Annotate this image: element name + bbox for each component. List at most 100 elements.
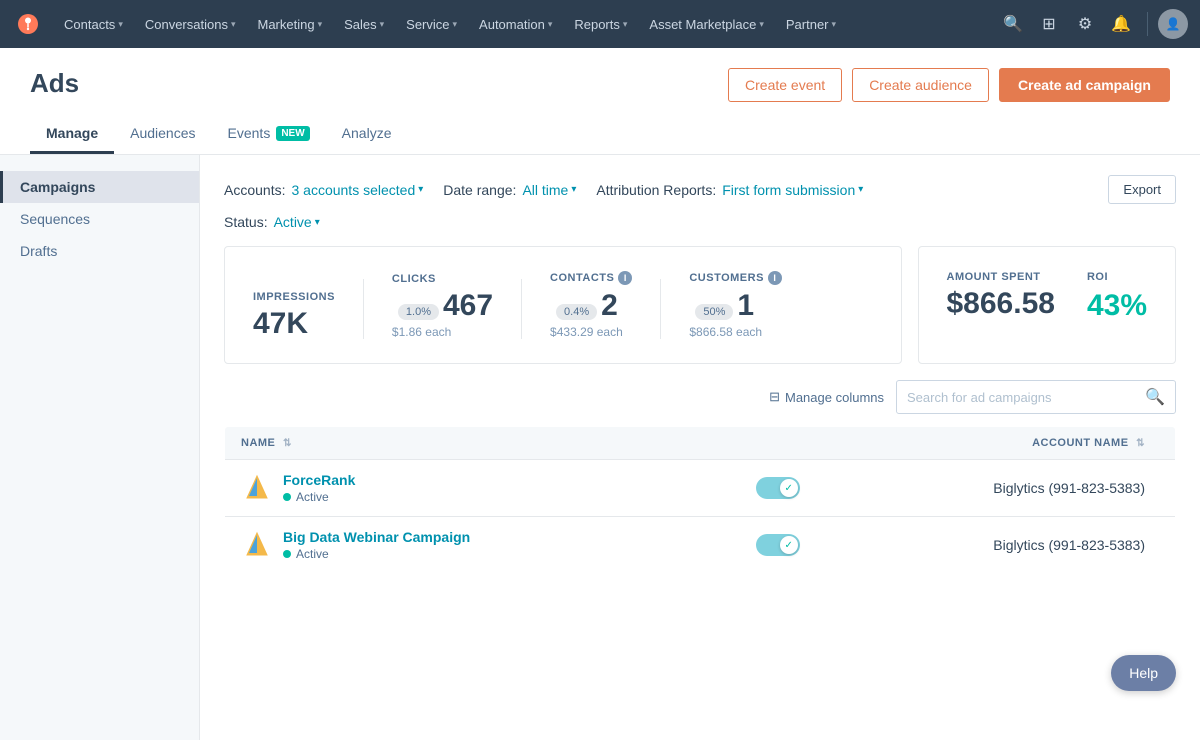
- sidebar-item-drafts[interactable]: Drafts: [0, 235, 199, 267]
- header-buttons: Create event Create audience Create ad c…: [728, 68, 1170, 118]
- table-row: ForceRank Active ✓: [225, 460, 1176, 517]
- columns-icon: ⊟: [769, 389, 780, 405]
- chevron-down-icon: ▾: [453, 19, 458, 30]
- chevron-down-icon: ▾: [832, 19, 837, 30]
- stat-divider: [521, 279, 522, 339]
- chevron-down-icon: ▾: [380, 19, 385, 30]
- info-icon[interactable]: i: [768, 271, 782, 285]
- customers-rate: 50%: [695, 304, 733, 320]
- tab-manage[interactable]: Manage: [30, 115, 114, 154]
- status-button[interactable]: Active ▾: [274, 214, 320, 230]
- stat-divider: [363, 279, 364, 339]
- nav-reports[interactable]: Reports ▾: [564, 11, 637, 38]
- hubspot-logo[interactable]: [12, 8, 44, 40]
- nav-conversations[interactable]: Conversations ▾: [135, 11, 246, 38]
- chevron-down-icon: ▾: [315, 217, 320, 228]
- accounts-filter-button[interactable]: 3 accounts selected ▾: [291, 182, 423, 198]
- stat-customers: CUSTOMERS i 50% 1 $866.58 each: [689, 271, 782, 339]
- stat-contacts: CONTACTS i 0.4% 2 $433.29 each: [550, 271, 632, 339]
- column-name: NAME ⇅: [225, 427, 816, 460]
- amount-spent-value: $866.58: [947, 289, 1055, 319]
- content-area: Accounts: 3 accounts selected ▾ Date ran…: [200, 155, 1200, 740]
- filters-row: Accounts: 3 accounts selected ▾ Date ran…: [224, 175, 1176, 204]
- nav-sales[interactable]: Sales ▾: [334, 11, 394, 38]
- manage-columns-button[interactable]: ⊟ Manage columns: [769, 389, 884, 405]
- search-input[interactable]: [897, 383, 1135, 412]
- table-toolbar: ⊟ Manage columns 🔍: [224, 380, 1176, 414]
- search-icon: 🔍: [1145, 389, 1165, 406]
- contacts-value: 2: [601, 291, 618, 321]
- campaign-name-link[interactable]: Big Data Webinar Campaign: [283, 529, 470, 545]
- notifications-icon[interactable]: 🔔: [1105, 8, 1137, 40]
- campaign-name-link[interactable]: ForceRank: [283, 472, 355, 488]
- chevron-down-icon: ▾: [118, 19, 123, 30]
- attribution-filter: Attribution Reports: First form submissi…: [596, 182, 863, 198]
- toggle-knob: ✓: [780, 536, 798, 554]
- toggle-switch[interactable]: ✓: [756, 534, 800, 556]
- impressions-value: 47K: [253, 309, 335, 339]
- nav-service[interactable]: Service ▾: [396, 11, 467, 38]
- campaign-name-cell: Big Data Webinar Campaign Active ✓: [225, 517, 816, 574]
- settings-icon[interactable]: ⚙: [1069, 8, 1101, 40]
- stat-clicks: CLICKS 1.0% 467 $1.86 each: [392, 273, 493, 339]
- sort-icon[interactable]: ⇅: [283, 438, 292, 449]
- nav-contacts[interactable]: Contacts ▾: [54, 11, 133, 38]
- amount-spent-label: AMOUNT SPENT: [947, 271, 1055, 283]
- create-event-button[interactable]: Create event: [728, 68, 842, 102]
- create-campaign-button[interactable]: Create ad campaign: [999, 68, 1170, 102]
- campaign-icon: [241, 529, 273, 561]
- date-range-button[interactable]: All time ▾: [522, 182, 576, 198]
- nav-partner[interactable]: Partner ▾: [776, 11, 846, 38]
- account-name-cell: Biglytics (991-823-5383): [816, 517, 1176, 574]
- attribution-button[interactable]: First form submission ▾: [722, 182, 863, 198]
- search-button[interactable]: 🔍: [1135, 381, 1175, 413]
- tab-audiences[interactable]: Audiences: [114, 115, 211, 154]
- search-box: 🔍: [896, 380, 1176, 414]
- tab-events[interactable]: Events NEW: [212, 115, 326, 154]
- account-name-cell: Biglytics (991-823-5383): [816, 460, 1176, 517]
- status-dot: [283, 550, 291, 558]
- chevron-down-icon: ▾: [548, 19, 553, 30]
- nav-automation[interactable]: Automation ▾: [469, 11, 562, 38]
- sidebar: Campaigns Sequences Drafts: [0, 155, 200, 740]
- chevron-down-icon: ▾: [418, 184, 423, 195]
- customers-sub: $866.58 each: [689, 325, 782, 339]
- table-row: Big Data Webinar Campaign Active ✓: [225, 517, 1176, 574]
- info-icon[interactable]: i: [618, 271, 632, 285]
- tab-analyze[interactable]: Analyze: [326, 115, 408, 154]
- campaign-icon: [241, 472, 273, 504]
- accounts-filter: Accounts: 3 accounts selected ▾: [224, 182, 423, 198]
- impressions-label: IMPRESSIONS: [253, 291, 335, 303]
- contacts-sub: $433.29 each: [550, 325, 632, 339]
- page-tabs: Manage Audiences Events NEW Analyze: [30, 115, 407, 154]
- marketplace-icon[interactable]: ⊞: [1033, 8, 1065, 40]
- search-icon[interactable]: 🔍: [997, 8, 1029, 40]
- nav-icons: 🔍 ⊞ ⚙ 🔔 👤: [997, 8, 1188, 40]
- status-filter: Status: Active ▾: [224, 214, 320, 230]
- page-title-area: Ads Manage Audiences Events NEW Analyze: [30, 68, 407, 154]
- sort-icon[interactable]: ⇅: [1136, 438, 1145, 449]
- customers-label: CUSTOMERS i: [689, 271, 782, 285]
- create-audience-button[interactable]: Create audience: [852, 68, 989, 102]
- chevron-down-icon: ▾: [858, 184, 863, 195]
- chevron-down-icon: ▾: [623, 19, 628, 30]
- clicks-label: CLICKS: [392, 273, 493, 285]
- sidebar-item-campaigns[interactable]: Campaigns: [0, 171, 199, 203]
- help-button[interactable]: Help: [1111, 655, 1176, 691]
- nav-marketing[interactable]: Marketing ▾: [247, 11, 332, 38]
- export-button[interactable]: Export: [1108, 175, 1176, 204]
- sidebar-item-sequences[interactable]: Sequences: [0, 203, 199, 235]
- nav-asset-marketplace[interactable]: Asset Marketplace ▾: [639, 11, 773, 38]
- stat-divider: [660, 279, 661, 339]
- page-title: Ads: [30, 68, 407, 99]
- stat-roi: ROI 43%: [1087, 271, 1147, 323]
- accounts-filter-label: Accounts:: [224, 182, 285, 198]
- roi-label: ROI: [1087, 271, 1147, 283]
- table-header-row: NAME ⇅ ACCOUNT NAME ⇅: [225, 427, 1176, 460]
- toggle-switch[interactable]: ✓: [756, 477, 800, 499]
- stat-impressions: IMPRESSIONS 47K: [253, 291, 335, 339]
- topnav: Contacts ▾ Conversations ▾ Marketing ▾ S…: [0, 0, 1200, 48]
- avatar[interactable]: 👤: [1158, 9, 1188, 39]
- toggle-knob: ✓: [780, 479, 798, 497]
- new-badge: NEW: [276, 126, 309, 141]
